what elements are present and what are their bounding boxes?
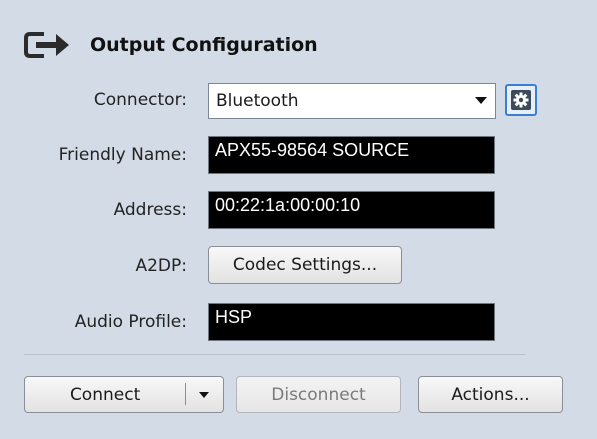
connector-select-value: Bluetooth [216, 91, 299, 111]
gear-icon [511, 90, 531, 110]
a2dp-label: A2DP: [135, 256, 187, 276]
address-field[interactable]: 00:22:1a:00:00:10 [208, 191, 495, 229]
connector-select[interactable]: Bluetooth [208, 83, 496, 119]
disconnect-button[interactable]: Disconnect [236, 376, 401, 413]
output-configuration-panel: Output Configuration Connector: Bluetoot… [0, 0, 597, 439]
divider [24, 354, 525, 355]
actions-button[interactable]: Actions... [418, 376, 563, 413]
connector-label: Connector: [93, 90, 187, 110]
codec-settings-button[interactable]: Codec Settings... [208, 246, 402, 284]
connect-split-button[interactable]: Connect [24, 376, 224, 413]
split-button-separator [185, 383, 186, 405]
friendly-name-label: Friendly Name: [58, 145, 187, 165]
connect-button[interactable]: Connect [25, 385, 185, 405]
panel-header: Output Configuration [22, 28, 318, 62]
connector-settings-button[interactable] [505, 84, 537, 116]
audio-profile-field[interactable]: HSP [208, 303, 495, 341]
panel-title: Output Configuration [90, 34, 318, 56]
chevron-down-icon[interactable] [467, 97, 495, 105]
address-label: Address: [113, 200, 187, 220]
audio-profile-label: Audio Profile: [74, 312, 187, 332]
chevron-down-icon[interactable] [185, 391, 223, 398]
friendly-name-field[interactable]: APX55-98564 SOURCE [208, 136, 495, 174]
output-arrow-icon [24, 32, 69, 58]
